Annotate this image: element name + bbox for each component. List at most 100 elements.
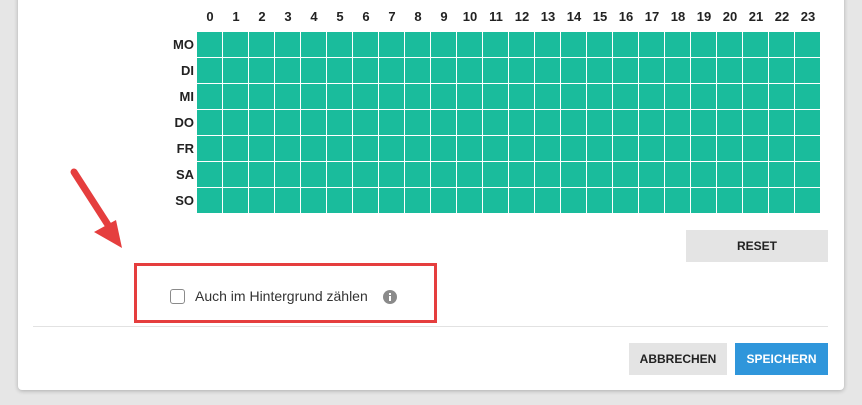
schedule-cell[interactable]: [535, 58, 560, 83]
schedule-cell[interactable]: [483, 110, 508, 135]
schedule-cell[interactable]: [301, 84, 326, 109]
schedule-cell[interactable]: [197, 136, 222, 161]
schedule-cell[interactable]: [561, 58, 586, 83]
schedule-cell[interactable]: [587, 110, 612, 135]
schedule-cell[interactable]: [639, 84, 664, 109]
schedule-cell[interactable]: [327, 162, 352, 187]
schedule-cell[interactable]: [431, 136, 456, 161]
schedule-cell[interactable]: [743, 188, 768, 213]
schedule-cell[interactable]: [405, 136, 430, 161]
schedule-cell[interactable]: [613, 84, 638, 109]
schedule-cell[interactable]: [249, 58, 274, 83]
schedule-cell[interactable]: [223, 162, 248, 187]
schedule-cell[interactable]: [379, 84, 404, 109]
schedule-cell[interactable]: [769, 136, 794, 161]
schedule-cell[interactable]: [691, 84, 716, 109]
schedule-cell[interactable]: [535, 110, 560, 135]
schedule-cell[interactable]: [639, 58, 664, 83]
schedule-cell[interactable]: [717, 136, 742, 161]
schedule-cell[interactable]: [587, 188, 612, 213]
schedule-cell[interactable]: [353, 188, 378, 213]
schedule-cell[interactable]: [535, 32, 560, 57]
schedule-cell[interactable]: [327, 136, 352, 161]
schedule-cell[interactable]: [795, 32, 820, 57]
hour-label-18[interactable]: 18: [665, 9, 691, 24]
hour-label-19[interactable]: 19: [691, 9, 717, 24]
hour-label-0[interactable]: 0: [197, 9, 223, 24]
schedule-cell[interactable]: [535, 162, 560, 187]
schedule-cell[interactable]: [665, 136, 690, 161]
schedule-cell[interactable]: [795, 110, 820, 135]
schedule-cell[interactable]: [405, 84, 430, 109]
schedule-cell[interactable]: [639, 110, 664, 135]
schedule-cell[interactable]: [431, 162, 456, 187]
schedule-cell[interactable]: [743, 110, 768, 135]
schedule-cell[interactable]: [613, 162, 638, 187]
day-label-do[interactable]: DO: [162, 110, 195, 136]
background-count-checkbox[interactable]: [170, 289, 185, 304]
schedule-cell[interactable]: [275, 162, 300, 187]
cancel-button[interactable]: ABBRECHEN: [629, 343, 727, 375]
schedule-cell[interactable]: [379, 162, 404, 187]
schedule-cell[interactable]: [301, 58, 326, 83]
schedule-cell[interactable]: [457, 188, 482, 213]
schedule-cell[interactable]: [249, 188, 274, 213]
schedule-cell[interactable]: [483, 58, 508, 83]
hour-label-1[interactable]: 1: [223, 9, 249, 24]
hour-label-22[interactable]: 22: [769, 9, 795, 24]
schedule-cell[interactable]: [405, 162, 430, 187]
reset-button[interactable]: RESET: [686, 230, 828, 262]
hour-label-20[interactable]: 20: [717, 9, 743, 24]
schedule-cell[interactable]: [353, 84, 378, 109]
schedule-cell[interactable]: [613, 32, 638, 57]
schedule-cell[interactable]: [275, 110, 300, 135]
hour-label-8[interactable]: 8: [405, 9, 431, 24]
schedule-cell[interactable]: [691, 136, 716, 161]
schedule-cell[interactable]: [223, 136, 248, 161]
schedule-cell[interactable]: [769, 84, 794, 109]
schedule-cell[interactable]: [613, 188, 638, 213]
schedule-cell[interactable]: [457, 32, 482, 57]
schedule-cell[interactable]: [587, 58, 612, 83]
schedule-cell[interactable]: [223, 32, 248, 57]
schedule-cell[interactable]: [249, 32, 274, 57]
schedule-cell[interactable]: [301, 162, 326, 187]
hour-label-10[interactable]: 10: [457, 9, 483, 24]
schedule-cell[interactable]: [795, 84, 820, 109]
schedule-cell[interactable]: [301, 110, 326, 135]
hour-label-21[interactable]: 21: [743, 9, 769, 24]
schedule-cell[interactable]: [197, 58, 222, 83]
schedule-cell[interactable]: [639, 32, 664, 57]
schedule-grid[interactable]: [197, 32, 828, 214]
schedule-cell[interactable]: [509, 188, 534, 213]
schedule-cell[interactable]: [353, 162, 378, 187]
day-label-mo[interactable]: MO: [162, 32, 194, 58]
schedule-cell[interactable]: [405, 58, 430, 83]
schedule-cell[interactable]: [483, 84, 508, 109]
schedule-cell[interactable]: [665, 110, 690, 135]
schedule-cell[interactable]: [327, 188, 352, 213]
schedule-cell[interactable]: [327, 110, 352, 135]
hour-label-9[interactable]: 9: [431, 9, 457, 24]
schedule-cell[interactable]: [431, 188, 456, 213]
schedule-cell[interactable]: [327, 58, 352, 83]
schedule-cell[interactable]: [535, 84, 560, 109]
schedule-cell[interactable]: [457, 136, 482, 161]
schedule-cell[interactable]: [665, 32, 690, 57]
schedule-cell[interactable]: [197, 162, 222, 187]
schedule-cell[interactable]: [587, 32, 612, 57]
hour-label-13[interactable]: 13: [535, 9, 561, 24]
schedule-cell[interactable]: [509, 162, 534, 187]
schedule-cell[interactable]: [665, 58, 690, 83]
schedule-cell[interactable]: [405, 32, 430, 57]
hour-label-23[interactable]: 23: [795, 9, 821, 24]
schedule-cell[interactable]: [509, 58, 534, 83]
hour-label-11[interactable]: 11: [483, 9, 509, 24]
schedule-cell[interactable]: [665, 188, 690, 213]
schedule-cell[interactable]: [717, 188, 742, 213]
schedule-cell[interactable]: [301, 136, 326, 161]
schedule-cell[interactable]: [457, 84, 482, 109]
schedule-cell[interactable]: [769, 162, 794, 187]
schedule-cell[interactable]: [457, 110, 482, 135]
hour-label-7[interactable]: 7: [379, 9, 405, 24]
